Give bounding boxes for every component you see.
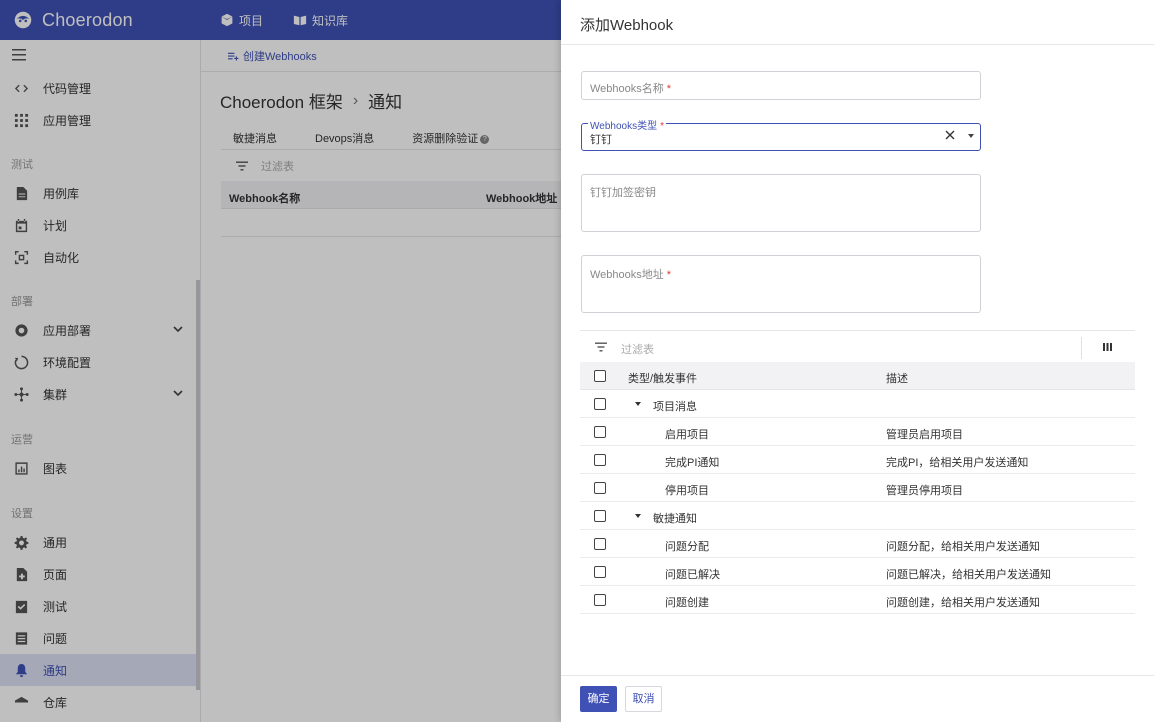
column-desc: 描述: [886, 373, 908, 385]
clear-icon[interactable]: [944, 129, 956, 141]
cancel-button[interactable]: 取消: [625, 686, 662, 712]
required-mark: *: [666, 83, 672, 95]
chevron-down-icon[interactable]: [968, 134, 974, 138]
row-type: 问题已解决: [665, 569, 720, 581]
table-row-group[interactable]: 敏捷通知: [580, 502, 1135, 530]
row-type: 完成PI通知: [665, 457, 720, 469]
row-desc: 问题已解决，给相关用户发送通知: [886, 569, 1051, 581]
required-mark: *: [666, 269, 672, 281]
table-row[interactable]: 完成PI通知 完成PI，给相关用户发送通知: [580, 446, 1135, 474]
table-row[interactable]: 问题分配 问题分配，给相关用户发送通知: [580, 530, 1135, 558]
expand-caret-icon[interactable]: [635, 514, 641, 518]
table-header: 类型/触发事件 描述: [580, 362, 1135, 390]
confirm-button[interactable]: 确定: [580, 686, 617, 712]
row-desc: 问题创建，给相关用户发送通知: [886, 597, 1040, 609]
table-filter[interactable]: 过滤表: [580, 330, 1135, 362]
row-desc: 管理员停用项目: [886, 485, 963, 497]
filter-placeholder: 过滤表: [621, 344, 654, 356]
row-checkbox[interactable]: [594, 426, 606, 438]
required-mark: *: [660, 121, 664, 132]
secret-placeholder: 钉钉加签密钥: [590, 187, 656, 199]
table-row-group[interactable]: 项目消息: [580, 390, 1135, 418]
webhook-url-placeholder: Webhooks地址 *: [590, 266, 671, 282]
field-label: Webhooks名称: [590, 83, 664, 95]
row-checkbox[interactable]: [594, 454, 606, 466]
row-type: 停用项目: [665, 485, 709, 497]
filter-icon: [595, 342, 607, 352]
webhook-type-label: Webhooks类型 *: [588, 117, 666, 132]
columns-icon[interactable]: [1103, 343, 1112, 351]
secret-field[interactable]: 钉钉加签密钥: [581, 174, 981, 232]
row-type: 问题创建: [665, 597, 709, 609]
row-checkbox[interactable]: [594, 594, 606, 606]
column-type: 类型/触发事件: [628, 373, 698, 385]
row-type: 启用项目: [665, 429, 709, 441]
row-checkbox[interactable]: [594, 482, 606, 494]
table-row[interactable]: 停用项目 管理员停用项目: [580, 474, 1135, 502]
row-type: 问题分配: [665, 541, 709, 553]
select-all-checkbox[interactable]: [594, 370, 606, 382]
row-type: 项目消息: [653, 401, 697, 413]
webhook-type-select[interactable]: Webhooks类型 * 钉钉: [581, 117, 981, 151]
drawer-title: 添加Webhook: [561, 0, 1154, 45]
row-type: 敏捷通知: [653, 513, 697, 525]
row-checkbox[interactable]: [594, 566, 606, 578]
webhook-type-value: 钉钉: [590, 134, 612, 146]
table-row[interactable]: 问题已解决 问题已解决，给相关用户发送通知: [580, 558, 1135, 586]
field-label: Webhooks地址: [590, 269, 664, 281]
add-webhook-drawer: 添加Webhook Webhooks名称 * Webhooks类型 * 钉钉 钉钉加…: [561, 0, 1154, 722]
row-checkbox[interactable]: [594, 538, 606, 550]
row-checkbox[interactable]: [594, 398, 606, 410]
webhook-name-placeholder: Webhooks名称 *: [590, 80, 671, 96]
table-row[interactable]: 启用项目 管理员启用项目: [580, 418, 1135, 446]
webhook-url-field[interactable]: Webhooks地址 *: [581, 255, 981, 313]
row-desc: 完成PI，给相关用户发送通知: [886, 457, 1029, 469]
row-checkbox[interactable]: [594, 510, 606, 522]
expand-caret-icon[interactable]: [635, 402, 641, 406]
drawer-footer: 确定 取消: [561, 675, 1154, 722]
table-row[interactable]: 问题创建 问题创建，给相关用户发送通知: [580, 586, 1135, 614]
webhook-name-field[interactable]: Webhooks名称 *: [581, 71, 981, 100]
divider: [1081, 337, 1082, 359]
row-desc: 管理员启用项目: [886, 429, 963, 441]
row-desc: 问题分配，给相关用户发送通知: [886, 541, 1040, 553]
